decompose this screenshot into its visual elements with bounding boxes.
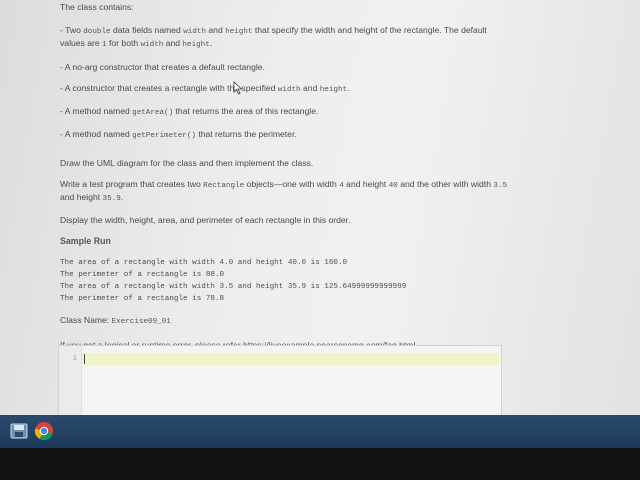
class-name-value: Exercise09_01: [111, 318, 171, 326]
editor-active-line[interactable]: [82, 353, 499, 365]
text-segment: - A no-arg constructor that creates a de…: [60, 62, 265, 72]
sample-output-line: The area of a rectangle with width 4.0 a…: [60, 259, 348, 267]
editor-gutter: 1: [59, 346, 82, 415]
text-segment: and: [163, 38, 183, 48]
text-segment: that returns the perimeter.: [195, 129, 297, 139]
text-segment: objects—one with width: [244, 179, 340, 189]
uml-instruction: Draw the UML diagram for the class and t…: [60, 158, 510, 169]
problem-description: The class contains: - Two double data fi…: [60, 2, 510, 351]
text-segment: and: [206, 25, 226, 35]
text-segment: Write a test program that creates two: [60, 179, 204, 189]
text-segment: - A method named: [60, 129, 133, 139]
code-segment: 3.5: [493, 182, 508, 190]
text-segment: and height: [343, 179, 389, 189]
bullet-noarg-constructor: - A no-arg constructor that creates a de…: [60, 62, 510, 73]
code-segment: getArea(): [132, 109, 174, 117]
display-instruction: Display the width, height, area, and per…: [60, 215, 510, 226]
text-segment: - Two: [60, 25, 84, 35]
sample-run-heading: Sample Run: [60, 236, 111, 246]
chrome-icon[interactable]: [33, 420, 55, 442]
taskbar: [0, 415, 640, 448]
intro-text: The class contains:: [60, 2, 510, 13]
code-segment: height: [182, 41, 210, 49]
class-name-label: Class Name:: [60, 315, 112, 325]
code-segment: height: [319, 86, 348, 94]
sample-output-line: The perimeter of a rectangle is 78.8: [60, 295, 225, 303]
line-number: 1: [72, 355, 77, 363]
bullet-getarea: - A method named getArea() that returns …: [60, 106, 510, 119]
code-segment: width: [183, 28, 207, 36]
sample-output-line: The perimeter of a rectangle is 88.0: [60, 271, 225, 279]
code-editor[interactable]: 1: [58, 345, 502, 415]
intro-label: The class contains:: [60, 2, 134, 12]
code-segment: double: [83, 28, 111, 36]
save-app-icon[interactable]: [8, 420, 30, 442]
text-segment: Display the width, height, area, and per…: [60, 215, 351, 225]
text-segment: data fields named: [110, 25, 184, 35]
text-segment: .: [209, 38, 213, 48]
class-name-line: Class Name: Exercise09_01: [60, 315, 510, 328]
text-caret: [84, 354, 85, 364]
text-segment: - A constructor that creates a rectangle…: [60, 83, 278, 93]
bullet-constructor: - A constructor that creates a rectangle…: [60, 83, 510, 96]
text-segment: and height: [60, 192, 103, 202]
test-program-instruction: Write a test program that creates two Re…: [60, 179, 510, 205]
text-segment: and: [300, 83, 320, 93]
code-segment: Rectangle: [203, 182, 245, 190]
sample-output-line: The area of a rectangle with width 3.5 a…: [60, 283, 407, 291]
bullet-getperimeter: - A method named getPerimeter() that ret…: [60, 129, 510, 142]
text-segment: .: [120, 192, 124, 202]
mouse-pointer-icon: [233, 81, 243, 95]
bullet-data-fields: - Two double data fields named width and…: [60, 25, 510, 51]
code-segment: width: [140, 41, 164, 49]
code-segment: getPerimeter(): [132, 132, 196, 140]
text-segment: and the other with width: [397, 179, 494, 189]
text-segment: .: [347, 83, 350, 93]
sample-output: The area of a rectangle with width 4.0 a…: [60, 257, 510, 305]
browser-page: The class contains: - Two double data fi…: [0, 0, 640, 415]
monitor-bezel: [0, 448, 640, 480]
text-segment: for both: [106, 38, 141, 48]
code-segment: width: [277, 86, 301, 94]
text-segment: that returns the area of this rectangle.: [173, 106, 319, 116]
code-segment: 40: [388, 182, 398, 190]
text-segment: - A method named: [60, 106, 133, 116]
code-segment: 35.9: [102, 195, 121, 203]
text-segment: Draw the UML diagram for the class and t…: [60, 158, 314, 168]
code-segment: height: [225, 28, 253, 36]
